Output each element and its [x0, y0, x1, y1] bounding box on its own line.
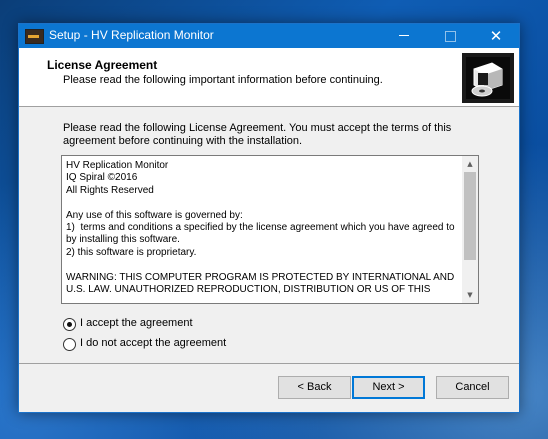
license-text: HV Replication Monitor IQ Spiral ©2016 A… — [66, 160, 455, 296]
decline-radio[interactable] — [63, 338, 76, 351]
back-button[interactable]: < Back — [278, 376, 351, 399]
license-text-box[interactable]: HV Replication Monitor IQ Spiral ©2016 A… — [61, 155, 479, 304]
minimize-icon — [399, 35, 409, 36]
page-subtitle: Please read the following important info… — [63, 74, 383, 86]
decline-label[interactable]: I do not accept the agreement — [80, 337, 226, 349]
title-bar[interactable]: Setup - HV Replication Monitor ✕ — [19, 24, 519, 48]
window-title: Setup - HV Replication Monitor — [49, 28, 214, 42]
setup-computer-icon — [462, 53, 514, 103]
accept-radio[interactable] — [63, 318, 76, 331]
wizard-header: License Agreement Please read the follow… — [19, 48, 519, 107]
cancel-button[interactable]: Cancel — [436, 376, 509, 399]
vertical-scrollbar[interactable]: ▲ ▼ — [462, 156, 478, 303]
installer-app-icon — [25, 29, 44, 44]
next-button[interactable]: Next > — [352, 376, 425, 399]
scroll-thumb[interactable] — [464, 172, 476, 260]
intro-text: Please read the following License Agreem… — [63, 122, 452, 147]
maximize-button[interactable] — [427, 24, 473, 48]
close-button[interactable]: ✕ — [473, 24, 519, 48]
scroll-down-icon[interactable]: ▼ — [462, 287, 478, 303]
accept-label[interactable]: I accept the agreement — [80, 317, 193, 329]
close-icon: ✕ — [489, 27, 503, 45]
radio-selected-dot — [67, 322, 72, 327]
button-divider — [19, 363, 519, 364]
setup-window: Setup - HV Replication Monitor ✕ License… — [18, 23, 520, 413]
scroll-up-icon[interactable]: ▲ — [462, 156, 478, 172]
minimize-button[interactable] — [381, 24, 427, 48]
maximize-icon — [444, 31, 456, 42]
page-title: License Agreement — [47, 58, 158, 72]
